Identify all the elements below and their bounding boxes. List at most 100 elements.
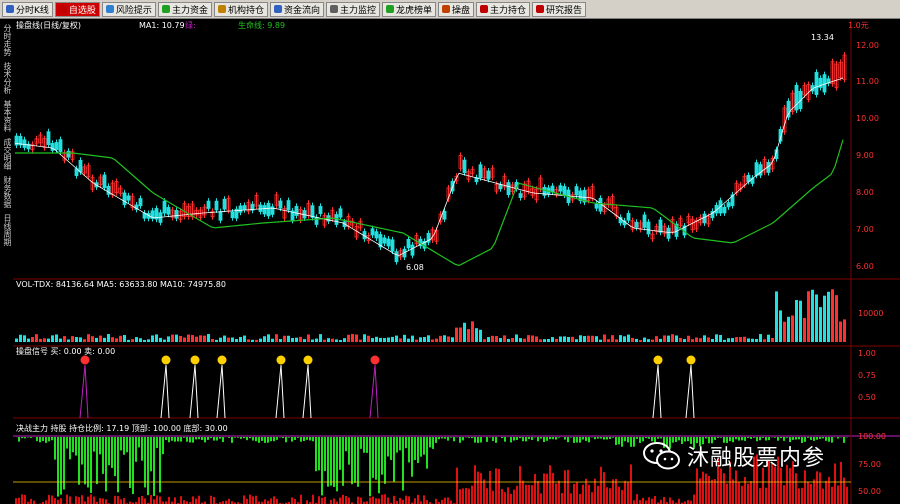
toolbar-button[interactable]: 机构持仓 <box>213 1 268 17</box>
sidebar-tab[interactable]: 成交明细 <box>0 138 13 170</box>
indicator-bar <box>798 488 800 504</box>
indicator-bar <box>615 437 617 445</box>
signal-icon <box>190 355 200 365</box>
signal-icon <box>276 355 286 365</box>
candle-body <box>294 206 299 216</box>
indicator-bar <box>831 437 833 443</box>
volume-bar <box>507 338 510 342</box>
indicator-bar <box>804 470 806 504</box>
wechat-icon <box>643 442 680 470</box>
signal-icon <box>370 355 380 365</box>
candle-body <box>206 200 211 209</box>
indicator-bar <box>471 437 473 439</box>
volume-bar <box>103 337 106 342</box>
indicator-bar <box>780 437 782 439</box>
toolbar-button[interactable]: 主力资金 <box>157 1 212 17</box>
indicator-bar <box>540 493 542 504</box>
candle-body <box>258 204 263 212</box>
candle-body <box>278 200 283 209</box>
toolbar-label: 机构持仓 <box>227 5 264 16</box>
toolbar-button[interactable]: 资金流向 <box>269 1 324 17</box>
sidebar-tab[interactable]: 财务数据 <box>0 176 13 208</box>
volume-bar <box>579 335 582 342</box>
indicator-bar <box>351 437 353 485</box>
volume-bar <box>59 338 62 342</box>
volume-bar <box>763 339 766 342</box>
volume-bar <box>83 339 86 342</box>
indicator-bar <box>195 498 197 504</box>
top-right-label: 1.0元 <box>848 21 869 30</box>
indicator-bar <box>573 484 575 504</box>
ma1-label: MA1: 10.79 <box>139 21 185 30</box>
indicator-bar <box>732 479 734 504</box>
indicator-bar <box>393 437 395 482</box>
volume-bar <box>827 291 830 342</box>
volume-bar <box>135 337 138 342</box>
volume-bar <box>819 307 822 342</box>
indicator-bar <box>714 479 716 504</box>
volume-bar <box>87 334 90 342</box>
volume-bar <box>783 321 786 342</box>
indicator-bar <box>540 437 542 439</box>
toolbar-button[interactable]: 研究报告 <box>532 1 587 17</box>
volume-bar <box>147 339 150 342</box>
toolbar-icon <box>161 5 170 13</box>
sidebar: 分时走势技术分析基本资料成交明细财务数据日线周期 <box>0 20 14 504</box>
volume-bar <box>255 339 258 342</box>
volume-bar <box>575 339 578 342</box>
candle-body <box>386 238 391 247</box>
volume-bar <box>531 335 534 342</box>
indicator-bar <box>627 437 629 443</box>
sidebar-tab[interactable]: 技术分析 <box>0 62 13 94</box>
volume-bar <box>427 335 430 342</box>
indicator-bar <box>843 477 845 504</box>
indicator-bar <box>69 496 71 504</box>
volume-bar <box>463 322 466 342</box>
indicator-bar <box>831 486 833 504</box>
indicator-bar <box>426 437 428 469</box>
volume-bar <box>43 338 46 342</box>
indicator-bar <box>141 495 143 504</box>
indicator-bar <box>630 464 632 504</box>
indicator-bar <box>546 473 548 504</box>
indicator-bar <box>189 437 191 443</box>
volume-bar <box>527 335 530 342</box>
volume-bar <box>71 336 74 342</box>
indicator-bar <box>597 437 599 439</box>
indicator-bar <box>609 437 611 439</box>
indicator-bar <box>672 500 674 504</box>
indicator-bar <box>600 437 602 439</box>
signal-icon <box>653 355 663 365</box>
indicator-bar <box>624 480 626 504</box>
volume-bar <box>707 337 710 342</box>
indicator-bar <box>180 437 182 442</box>
price-tick: 12.00 <box>856 41 879 50</box>
toolbar-button[interactable]: 操盘 <box>438 1 475 17</box>
indicator-bar <box>423 437 425 455</box>
indicator-bar <box>810 483 812 504</box>
indicator-bar <box>294 437 296 440</box>
toolbar-button[interactable]: 自选股 <box>54 1 100 17</box>
volume-bar <box>47 338 50 342</box>
sidebar-tab[interactable]: 分时走势 <box>0 24 13 56</box>
toolbar-button[interactable]: 风险提示 <box>101 1 156 17</box>
volume-bar <box>443 335 446 342</box>
toolbar-button[interactable]: 主力持仓 <box>476 1 531 17</box>
indicator-bar <box>669 497 671 504</box>
toolbar-button[interactable]: 分时K线 <box>2 1 53 17</box>
candle-body <box>562 186 567 196</box>
indicator-bar <box>324 437 326 471</box>
volume-bar <box>183 337 186 342</box>
volume-bar <box>455 327 458 342</box>
volume-bar <box>267 334 270 342</box>
indicator-bar <box>114 495 116 504</box>
indicator-bar <box>357 496 359 504</box>
toolbar-button[interactable]: 龙虎榜单 <box>382 1 437 17</box>
toolbar-button[interactable]: 主力监控 <box>325 1 380 17</box>
indicator-bar <box>93 496 95 504</box>
sidebar-tab[interactable]: 基本资料 <box>0 100 13 132</box>
signal-icon <box>303 355 313 365</box>
indicator-bar <box>474 437 476 443</box>
indicator-bar <box>348 437 350 465</box>
sidebar-tab[interactable]: 日线周期 <box>0 214 13 246</box>
